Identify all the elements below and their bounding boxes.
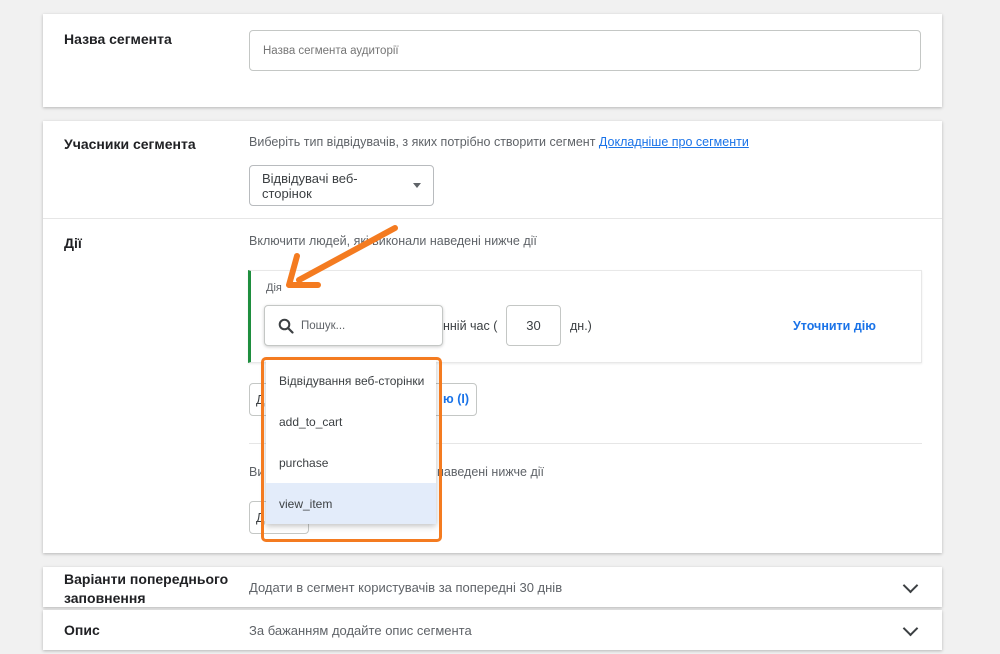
chevron-down-icon[interactable] <box>902 620 919 637</box>
refine-action-link[interactable]: Уточнити дію <box>793 319 876 333</box>
prefill-label-line1: Варіанти попереднього <box>64 571 229 587</box>
actions-label: Дії <box>64 235 82 251</box>
segment-name-label: Назва сегмента <box>64 31 172 47</box>
search-icon <box>278 318 294 334</box>
action-option[interactable]: purchase <box>266 442 436 483</box>
days-input[interactable]: 30 <box>506 305 561 346</box>
search-placeholder: Пошук... <box>301 319 346 332</box>
action-option-selected[interactable]: view_item <box>266 483 436 524</box>
description-card[interactable]: Опис За бажанням додайте опис сегмента <box>43 610 942 650</box>
members-description: Виберіть тип відвідувачів, з яких потріб… <box>249 135 749 149</box>
days-value: 30 <box>526 318 541 333</box>
time-prefix-text: нній час ( <box>443 319 498 333</box>
section-divider <box>43 218 942 219</box>
add-action-partial-label: ю (І) <box>443 392 469 406</box>
caret-down-icon <box>413 183 421 188</box>
prefill-card[interactable]: Варіанти попереднього заповнення Додати … <box>43 567 942 607</box>
days-suffix: дн.) <box>570 319 592 333</box>
visitor-type-dropdown[interactable]: Відвідувачі веб-сторінок <box>249 165 434 206</box>
action-option[interactable]: add_to_cart <box>266 401 436 442</box>
action-field-label: Дія <box>266 282 282 294</box>
exclude-text-right: наведені нижче дії <box>437 465 545 479</box>
segment-name-input[interactable] <box>249 30 921 71</box>
action-search-input[interactable]: Пошук... <box>264 305 443 346</box>
segment-config-card: Учасники сегмента Виберіть тип відвідува… <box>43 121 942 553</box>
members-label: Учасники сегмента <box>64 136 196 152</box>
action-options-menu: Відвідування веб-сторінки add_to_cart pu… <box>266 360 436 524</box>
exclude-text-left: Ви <box>249 465 265 479</box>
learn-more-link[interactable]: Докладніше про сегменти <box>599 135 749 149</box>
prefill-label-line2: заповнення <box>64 590 146 606</box>
chevron-down-icon[interactable] <box>902 577 919 594</box>
action-option[interactable]: Відвідування веб-сторінки <box>266 360 436 401</box>
visitor-type-value: Відвідувачі веб-сторінок <box>262 170 358 201</box>
members-description-text: Виберіть тип відвідувачів, з яких потріб… <box>249 135 596 149</box>
exclude-add-obscured-text: Д <box>256 511 265 525</box>
description-label: Опис <box>64 622 100 638</box>
segment-name-card: Назва сегмента <box>43 14 942 107</box>
prefill-value: Додати в сегмент користувачів за поперед… <box>249 580 563 595</box>
add-action-obscured-text: Д <box>256 393 265 407</box>
prefill-label: Варіанти попереднього заповнення <box>64 570 228 608</box>
description-value: За бажанням додайте опис сегмента <box>249 623 472 638</box>
include-text: Включити людей, які виконали наведені ни… <box>249 234 537 248</box>
